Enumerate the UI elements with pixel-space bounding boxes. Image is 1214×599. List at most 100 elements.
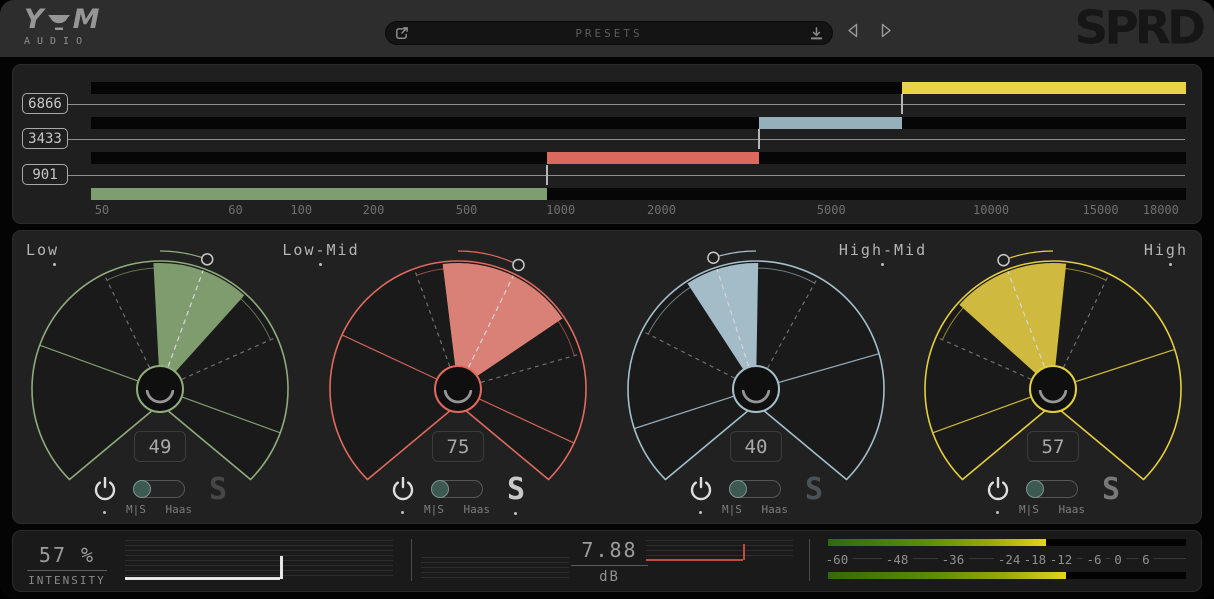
gain-slider-negative[interactable] [421, 557, 569, 579]
band-label-high: High [1144, 241, 1188, 259]
power-dot [699, 511, 702, 514]
meter-tick-label: 6 [1138, 552, 1154, 567]
dial-low-mid: 75 M|SHaas S [308, 239, 608, 525]
dials-panel: Low Low-Mid High-Mid High 49M|SHaasS 75M… [12, 230, 1202, 524]
pan-handle[interactable] [202, 254, 213, 265]
pan-arc [160, 251, 207, 259]
pan-handle[interactable] [998, 255, 1009, 266]
freq-bar-high-mid [91, 117, 1186, 129]
crossover-line[interactable] [68, 175, 1185, 177]
gain-indicator-line [646, 559, 743, 561]
crossover-tick[interactable] [758, 129, 760, 149]
gain-indicator-tick[interactable] [743, 544, 746, 560]
footer-panel: 57 % INTENSITY 7.88 dB -60-48-36-24-18-1… [12, 530, 1202, 592]
value-box-low-mid[interactable]: 75 [432, 431, 484, 462]
meter-tick-label: -48 [882, 552, 913, 567]
ms-haas-toggle-high[interactable] [1026, 480, 1078, 498]
freq-bar-low [91, 188, 1186, 200]
toggle-label-haas: Haas [166, 503, 193, 516]
power-icon[interactable] [92, 477, 118, 503]
band-label-low-mid: Low-Mid [282, 241, 359, 259]
intensity-indicator-tick[interactable] [280, 556, 283, 579]
share-icon[interactable] [394, 26, 409, 41]
power-dot [401, 511, 404, 514]
axis-tick-label: 10000 [973, 203, 1009, 217]
toggle-labels: M|S Haas [1019, 503, 1085, 516]
toggle-label-ms: M|S [424, 503, 444, 516]
toggle-labels: M|S Haas [126, 503, 192, 516]
value-box-high[interactable]: 57 [1027, 431, 1079, 462]
product-logo: SPRD [1074, 2, 1202, 56]
power-dot [103, 511, 106, 514]
power-icon[interactable] [390, 477, 416, 503]
freq-segment-low-mid[interactable] [547, 152, 759, 164]
solo-button-low-mid[interactable]: S [496, 473, 536, 507]
solo-button-high[interactable]: S [1091, 473, 1131, 507]
power-dot [996, 511, 999, 514]
output-meter: -60-48-36-24-18-12-606 [828, 531, 1186, 593]
crossover-line[interactable] [68, 139, 1185, 141]
toggle-labels: M|SHaas [424, 503, 490, 516]
axis-tick-label: 2000 [647, 203, 676, 217]
gain-slider-positive[interactable] [646, 540, 793, 559]
download-icon[interactable] [809, 26, 824, 41]
intensity-readout[interactable]: 57 % INTENSITY [27, 543, 107, 587]
crossover-tick[interactable] [546, 165, 548, 185]
crossover-line[interactable] [68, 104, 1185, 106]
bowl-icon [47, 13, 71, 31]
footer-divider [809, 539, 810, 581]
preset-next-button[interactable] [879, 23, 893, 38]
toggle-knob[interactable] [431, 480, 449, 498]
crossover-value-901[interactable]: 901 [22, 164, 68, 185]
plugin-window: Y M AUDIO PRESETS [0, 0, 1214, 599]
gain-value[interactable]: 7.88 [571, 538, 648, 566]
solo-button-high-mid[interactable]: S [794, 473, 834, 507]
crossover-value-6866[interactable]: 6866 [22, 93, 68, 114]
ms-haas-toggle-low-mid[interactable] [431, 480, 483, 498]
axis-tick-label: 15000 [1083, 203, 1119, 217]
intensity-slider[interactable] [125, 540, 393, 579]
meter-bar-right [828, 572, 1186, 579]
crossover-tick[interactable] [901, 94, 903, 114]
axis-tick-label: 18000 [1143, 203, 1179, 217]
intensity-value[interactable]: 57 [39, 543, 67, 567]
ms-haas-toggle-high-mid[interactable] [729, 480, 781, 498]
mod-dot [53, 263, 56, 266]
center-knob[interactable] [137, 366, 183, 412]
center-knob[interactable] [435, 366, 481, 412]
power-icon[interactable] [688, 477, 714, 503]
freq-segment-high[interactable] [902, 82, 1186, 94]
freq-segment-low[interactable] [91, 188, 547, 200]
meter-fill-right [828, 572, 1066, 579]
toggle-label-haas: Haas [762, 503, 789, 516]
axis-tick-label: 500 [456, 203, 478, 217]
value-box-high-mid[interactable]: 40 [730, 431, 782, 462]
meter-bar-left [828, 539, 1186, 546]
toggle-knob[interactable] [729, 480, 747, 498]
gain-readout[interactable]: 7.88 dB [571, 538, 648, 585]
power-icon[interactable] [985, 477, 1011, 503]
toggle-label-haas: Haas [1059, 503, 1086, 516]
gain-unit: dB [571, 566, 648, 585]
pan-handle[interactable] [708, 252, 719, 263]
presets-field[interactable]: PRESETS [385, 21, 833, 45]
intensity-unit: % [81, 543, 95, 567]
crossover-value-3433[interactable]: 3433 [22, 128, 68, 149]
brand-letter-m: M [73, 6, 101, 34]
preset-prev-button[interactable] [846, 23, 860, 38]
toggle-knob[interactable] [133, 480, 151, 498]
ms-haas-toggle-low[interactable] [133, 480, 185, 498]
pan-handle[interactable] [513, 259, 524, 270]
meter-tick-label: -6 [1082, 552, 1105, 567]
value-box-low[interactable]: 49 [134, 431, 186, 462]
solo-button-low[interactable]: S [198, 473, 238, 507]
meter-tick-label: -12 [1046, 552, 1077, 567]
center-knob[interactable] [1030, 366, 1076, 412]
freq-segment-high-mid[interactable] [759, 117, 902, 129]
axis-tick-label: 1000 [546, 203, 575, 217]
axis-tick-label: 100 [290, 203, 312, 217]
toggle-label-ms: M|S [126, 503, 146, 516]
toggle-knob[interactable] [1026, 480, 1044, 498]
toggle-label-ms: M|S [1019, 503, 1039, 516]
center-knob[interactable] [733, 366, 779, 412]
